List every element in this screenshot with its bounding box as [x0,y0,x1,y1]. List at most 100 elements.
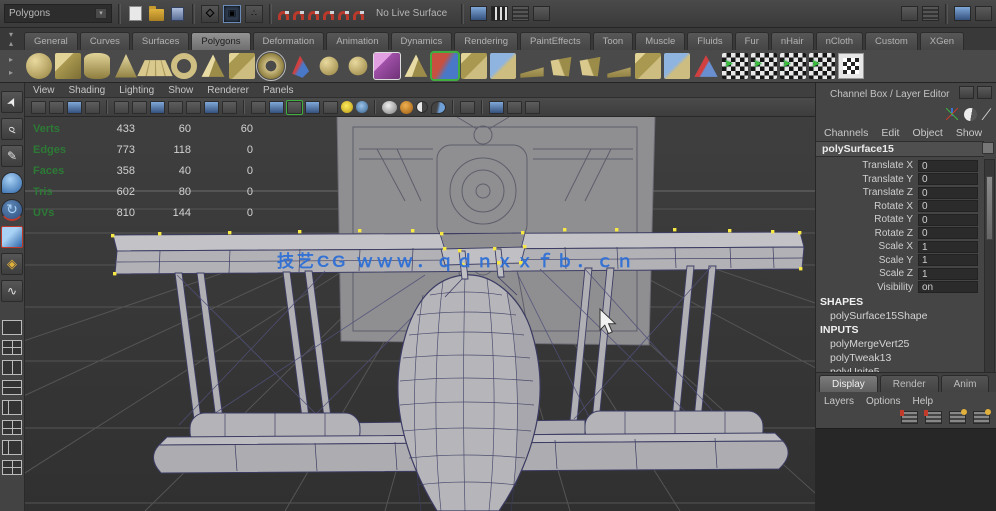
object-name-field[interactable]: polySurface15 [816,141,984,157]
snap-to-surface-icon[interactable] [338,11,349,20]
combine-icon[interactable] [461,53,487,79]
new-scene-icon[interactable] [129,6,142,21]
textured-mode-icon[interactable] [286,99,303,115]
input-line-icon[interactable] [922,6,939,21]
camera-select-icon[interactable] [31,100,46,114]
poly-cone-icon[interactable] [115,54,137,78]
shape-item[interactable]: polySurface15Shape [830,310,928,322]
poly-platonic-icon[interactable] [292,55,310,78]
viewport-canvas[interactable]: 技艺CG ｗｗｗ．ｑｄｎｘｘｆｂ．ｃｎ [25,83,815,511]
attr-value[interactable]: 1 [918,254,978,267]
textured-material-icon[interactable] [400,100,413,114]
menu-shading[interactable]: Shading [69,85,106,96]
poly-pipe-icon[interactable] [229,53,255,79]
shelf-tab-xgen[interactable]: XGen [919,32,965,50]
menu-channels[interactable]: Channels [824,127,868,139]
isolate-select-icon[interactable] [460,100,475,114]
shelf-tab-general[interactable]: General [24,32,78,50]
speed-toggle-icon[interactable] [964,107,978,121]
shelf-tab-rendering[interactable]: Rendering [454,32,519,50]
shelf-tab-dynamics[interactable]: Dynamics [390,32,453,50]
camera-attributes-icon[interactable] [49,100,64,114]
default-material-icon[interactable] [382,100,397,114]
field-chart-icon[interactable] [186,100,201,114]
select-hierarchy-icon[interactable]: 🮮 [201,4,219,23]
render-current-frame-icon[interactable] [491,6,509,21]
tab-anim[interactable]: Anim [940,375,990,392]
shelf-tab-ncloth[interactable]: nCloth [815,32,864,50]
shelf-tab-arrows-icon[interactable]: ▾ ▴ [2,30,20,48]
shelf-tab-nhair[interactable]: nHair [770,32,814,50]
sculpt-geometry-icon[interactable] [373,52,401,80]
quadrangulate-icon[interactable] [722,53,748,79]
scrollbar-thumb[interactable] [986,176,993,240]
layout-four-pane-button[interactable] [2,340,22,355]
attr-value[interactable]: on [918,281,978,294]
shelf-tab-curves[interactable]: Curves [79,32,130,50]
poly-prism-icon[interactable] [404,54,428,77]
menu-edit[interactable]: Edit [881,127,899,139]
paint-select-tool-icon[interactable]: ✎ [1,145,23,167]
shelf-tab-animation[interactable]: Animation [326,32,389,50]
poly-torus-icon[interactable] [171,53,197,79]
create-empty-layer-icon[interactable] [949,409,967,424]
attr-value[interactable]: 0 [918,173,978,186]
snap-to-view-plane-icon[interactable] [323,11,334,20]
select-object-mode-icon[interactable]: ▣ [223,4,241,23]
show-channel-box-icon[interactable] [954,6,971,21]
lasso-select-tool-icon[interactable]: ρ [1,118,23,140]
save-scene-icon[interactable] [171,6,184,21]
poly-sphere-icon[interactable] [26,53,52,79]
attr-value[interactable]: 0 [918,213,978,226]
booleans-icon[interactable] [490,53,516,79]
poly-sphere-alt-icon[interactable] [348,56,368,76]
attr-value[interactable]: 1 [918,240,978,253]
bookmark-icon[interactable] [67,100,82,114]
panel-close-icon[interactable] [977,86,992,99]
menu-show[interactable]: Show [168,85,193,96]
move-layer-up-icon[interactable] [900,410,918,424]
attr-value[interactable]: 0 [918,227,978,240]
mirror-geometry-icon[interactable] [579,56,601,77]
xray-icon[interactable] [416,101,428,113]
collapse-icon[interactable] [982,142,994,154]
select-component-mode-icon[interactable]: ∴ [245,4,263,23]
shelf-tab-custom[interactable]: Custom [865,32,918,50]
cleanup-icon[interactable] [809,53,835,79]
poly-cylinder-icon[interactable] [84,53,110,79]
poly-helix-icon[interactable] [256,51,286,81]
menu-options[interactable]: Options [866,396,900,407]
menu-panels[interactable]: Panels [263,85,294,96]
gate-mask-icon[interactable] [168,100,183,114]
move-tool-icon[interactable] [1,172,23,194]
append-polygon-icon[interactable] [664,53,690,79]
universal-manipulator-icon[interactable]: ◈ [1,253,23,275]
snap-to-grid-icon[interactable] [278,11,289,20]
shelf-tab-surfaces[interactable]: Surfaces [131,32,190,50]
active-tool-icon[interactable] [430,51,460,81]
extract-icon[interactable] [550,56,572,77]
pane-single-icon[interactable] [489,100,504,114]
input-item[interactable]: polyTweak13 [830,352,891,364]
attr-value[interactable]: 0 [918,200,978,213]
last-tool-icon[interactable]: ∿ [1,280,23,302]
move-layer-down-icon[interactable] [924,410,942,424]
menu-lighting[interactable]: Lighting [119,85,154,96]
resolution-gate-icon[interactable] [150,100,165,114]
panel-minimize-icon[interactable] [959,86,974,99]
uv-texture-editor-icon[interactable] [838,53,864,79]
grid-toggle-icon[interactable] [114,100,129,114]
shelf-tab-fur[interactable]: Fur [734,32,769,50]
poly-cube-icon[interactable] [55,53,81,79]
shelf-tab-painteffects[interactable]: PaintEffects [520,32,591,50]
shelf-tab-fluids[interactable]: Fluids [687,32,733,50]
menu-object[interactable]: Object [912,127,942,139]
shelf-tab-deformation[interactable]: Deformation [252,32,325,50]
wireframe-on-shaded-icon[interactable] [305,100,320,114]
input-item[interactable]: polyMergeVert25 [830,338,909,350]
reduce-icon[interactable] [780,53,806,79]
channel-box-scrollbar[interactable] [984,159,995,375]
wedge-face-icon[interactable] [520,67,544,78]
chevron-down-icon[interactable]: ▾ [95,8,107,19]
triangulate-icon[interactable] [751,53,777,79]
